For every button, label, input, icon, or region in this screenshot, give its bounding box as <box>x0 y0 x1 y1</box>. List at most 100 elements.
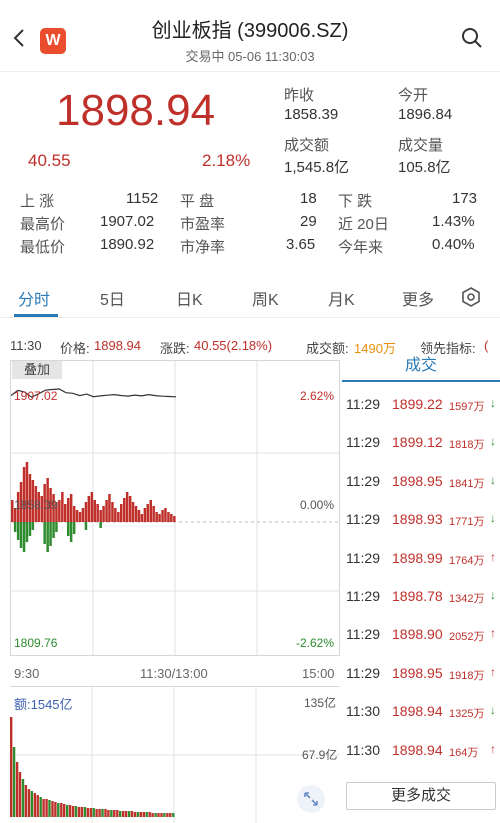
trade-time: 11:30 <box>346 703 380 720</box>
trade-price: 1898.94 <box>392 703 443 720</box>
arrow-down-icon: ↓ <box>490 396 496 410</box>
down-bar <box>46 522 49 552</box>
stat-label: 近 20日 <box>338 216 389 233</box>
trade-volume: 1818万 <box>449 439 485 452</box>
volume-bar <box>122 811 125 817</box>
down-bar <box>22 522 26 552</box>
trade-time: 11:29 <box>346 396 380 412</box>
down-bar <box>25 522 29 542</box>
volume-bar <box>95 809 98 817</box>
down-bar <box>19 522 23 548</box>
search-icon[interactable] <box>460 26 484 50</box>
down-bar <box>16 522 20 540</box>
trade-row: 11:30 1898.94 164万 ↑ <box>346 742 500 762</box>
active-tab-indicator <box>14 314 58 317</box>
page-title: 创业板指 (399006.SZ) <box>151 20 349 42</box>
volume-bar <box>160 813 163 817</box>
up-bar <box>78 512 82 522</box>
volume-bar <box>124 811 128 817</box>
trade-row: 11:30 1898.94 1325万 ↓ <box>346 703 500 723</box>
volume-bar <box>27 789 31 817</box>
overlay-button[interactable]: 叠加 <box>12 361 62 379</box>
time-mid-label: 11:30/13:00 <box>140 666 208 681</box>
trade-row: 11:29 1898.95 1918万 ↑ <box>346 665 500 685</box>
up-bar <box>123 498 126 522</box>
volume-bar <box>80 807 84 817</box>
open-label: 今开 <box>398 87 429 104</box>
trades-header[interactable]: 成交 <box>342 356 500 382</box>
intraday-chart[interactable] <box>10 360 340 656</box>
time-end-label: 15:00 <box>302 666 335 681</box>
stat-value: 1907.02 <box>100 213 155 230</box>
volume-bar <box>86 808 89 817</box>
volume-bar <box>45 799 48 817</box>
up-bar <box>102 506 105 522</box>
volume-bar <box>127 811 131 817</box>
info-lead: ( <box>484 338 489 353</box>
settings-icon[interactable] <box>460 286 482 308</box>
trade-volume: 1597万 <box>449 401 485 413</box>
trade-volume: 1771万 <box>449 516 485 529</box>
volume-bar <box>142 812 145 817</box>
volume-bar <box>157 813 160 817</box>
down-bar <box>28 522 32 536</box>
tab-daily-k[interactable]: 日K <box>176 286 203 310</box>
volume-bar <box>92 808 95 817</box>
stats-row: 最高价 1907.02 市盈率 29 近 20日 1.43% <box>20 213 482 236</box>
tab-more[interactable]: 更多 <box>402 286 434 310</box>
up-bar <box>84 502 88 522</box>
volume-bar <box>148 812 151 817</box>
up-bar <box>140 514 144 522</box>
down-bar <box>52 522 55 538</box>
volume-bar <box>66 805 69 817</box>
vol-mid-label: 67.9亿 <box>302 748 338 762</box>
arrow-down-icon: ↓ <box>490 472 496 487</box>
tab-5day[interactable]: 5日 <box>100 286 125 310</box>
tab-monthly-k[interactable]: 月K <box>328 286 355 310</box>
stat-label: 市盈率 <box>180 216 226 233</box>
trade-price: 1898.95 <box>392 664 443 681</box>
trade-time: 11:29 <box>346 472 380 489</box>
trade-row: 11:29 1898.99 1764万 ↑ <box>346 550 500 570</box>
up-bar <box>114 508 117 522</box>
trade-time: 11:29 <box>346 626 380 643</box>
stat-label: 上 涨 <box>20 193 55 210</box>
volume-bar <box>24 785 28 817</box>
up-bar <box>108 494 111 522</box>
volume-label: 成交量 <box>398 137 444 154</box>
trades-panel: 成交 11:29 1899.22 1597万 ↓ 11:29 1899.12 1818万 ↓ 1… <box>342 356 500 822</box>
up-bar <box>87 496 91 522</box>
trade-volume: 1841万 <box>449 477 485 490</box>
market-stats: 上 涨 1152 平 盘 18 下 跌 173 最高价 1907.02 市盈率 … <box>20 190 482 259</box>
arrow-down-icon: ↓ <box>490 703 496 718</box>
chart-low-label: 1809.76 <box>14 636 58 650</box>
trade-price: 1899.22 <box>392 396 443 412</box>
down-bar <box>43 522 46 544</box>
up-bar <box>134 506 138 522</box>
info-chg-label: 涨跌: <box>160 341 190 356</box>
up-bar <box>75 510 79 522</box>
trade-price: 1898.94 <box>392 741 443 758</box>
trade-time: 11:30 <box>346 741 380 758</box>
volume-bar <box>12 747 16 817</box>
info-price: 1898.94 <box>94 338 141 353</box>
expand-icon[interactable] <box>297 785 325 813</box>
more-trades-button[interactable]: 更多成交 <box>346 782 496 810</box>
trade-row: 11:29 1898.95 1841万 ↓ <box>346 473 500 493</box>
vol-top-label: 135亿 <box>304 696 337 710</box>
tab-weekly-k[interactable]: 周K <box>252 286 279 310</box>
up-bar <box>96 504 99 522</box>
up-bar <box>64 504 67 522</box>
stat-label: 市净率 <box>180 239 226 256</box>
down-bar <box>67 522 70 536</box>
volume-bar <box>110 810 113 817</box>
trade-time: 11:29 <box>346 434 380 451</box>
up-bar <box>25 462 29 522</box>
intraday-chart-canvas <box>11 361 339 655</box>
up-bar <box>131 502 135 522</box>
tab-intraday[interactable]: 分时 <box>18 286 50 310</box>
trade-volume: 164万 <box>449 746 479 759</box>
crosshair-info-bar: 11:30 价格: 1898.94 涨跌: 40.55(2.18%) 成交额: … <box>0 334 500 358</box>
prev-close-label: 昨收 <box>284 87 315 104</box>
up-bar <box>61 492 64 522</box>
